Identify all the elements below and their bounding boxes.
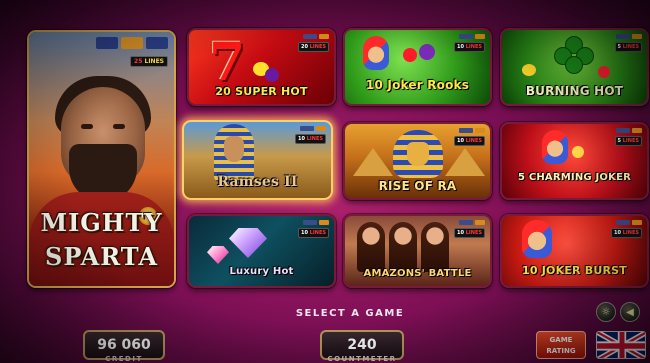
plum-icon: [265, 68, 279, 82]
game-tile-luxury-hot[interactable]: 10 LINES Luxury Hot: [187, 214, 336, 288]
game-tile-burning-hot[interactable]: 5 LINES BURNING HOT: [500, 28, 649, 106]
jackpot-cards-icon: [459, 220, 485, 225]
grape-icon: [419, 44, 435, 60]
rating-line1: GAME: [549, 336, 573, 344]
game-tile-rise-of-ra[interactable]: 10 LINES RISE OF RA: [343, 122, 492, 200]
select-game-prompt: SELECT A GAME: [295, 308, 405, 319]
cherry-icon: [572, 146, 584, 158]
rating-line2: RATING: [546, 347, 576, 355]
game-title: 5 CHARMING JOKER: [517, 172, 632, 183]
uk-flag-icon: [597, 332, 645, 358]
amazon-warrior-icon: [389, 222, 417, 272]
jackpot-cards-icon: [300, 126, 326, 131]
credit-label: CREDIT: [105, 355, 143, 363]
game-title: AMAZONS' BATTLE: [363, 268, 472, 279]
lines-badge: 5 LINES: [614, 42, 642, 52]
game-title: BURNING HOT: [525, 84, 624, 98]
gear-icon: ☼: [601, 306, 611, 318]
cherry-icon: [598, 66, 610, 78]
pharaoh-mask-icon: [393, 130, 443, 178]
game-tile-5-charming-joker[interactable]: 5 LINES 5 CHARMING JOKER: [500, 122, 649, 200]
pyramid-icon: [445, 148, 485, 176]
game-tile-20-super-hot[interactable]: 20 LINES 7 20 SUPER HOT: [187, 28, 336, 106]
jackpot-cards-icon: [459, 128, 485, 133]
warrior-eyes: [81, 124, 125, 130]
jester-icon: [363, 36, 389, 70]
lines-badge: 10 LINES: [454, 228, 485, 238]
game-title: Luxury Hot: [229, 266, 294, 277]
jackpot-cards-icon: [616, 128, 642, 133]
sound-button[interactable]: ◀: [620, 302, 640, 322]
countmeter-value: 240: [347, 337, 377, 353]
lines-badge: 10 LINES: [454, 42, 485, 52]
jester-icon: [522, 220, 552, 258]
lines-badge: 10 LINES: [298, 228, 329, 238]
diamond-icon: [229, 228, 267, 258]
game-title: RISE OF RA: [378, 179, 457, 193]
featured-title-line2: SPARTA: [45, 242, 158, 271]
amazon-warrior-icon: [421, 222, 449, 272]
game-rating-button[interactable]: GAME RATING: [536, 331, 586, 359]
game-title: 10 Joker Rooks: [365, 78, 470, 92]
lines-badge: 5 LINES: [614, 136, 642, 146]
game-tile-10-joker-rooks[interactable]: 10 LINES 10 Joker Rooks: [343, 28, 492, 106]
lines-badge: 20 LINES: [298, 42, 329, 52]
jackpot-cards-icon: [303, 220, 329, 225]
game-lobby: 25 LINES MIGHTY SPARTA 20 LINES 7 20 SUP…: [0, 0, 650, 363]
game-tile-amazons-battle[interactable]: 10 LINES AMAZONS' BATTLE: [343, 214, 492, 288]
game-tile-mighty-sparta[interactable]: 25 LINES MIGHTY SPARTA: [27, 30, 176, 288]
cherry-icon: [403, 48, 417, 62]
featured-title-line1: MIGHTY: [40, 208, 163, 237]
lines-badge: 10 LINES: [295, 134, 326, 144]
credit-value: 96 060: [97, 337, 151, 353]
game-tile-ramses-ii[interactable]: 10 LINES Ramses II: [182, 120, 333, 200]
language-button[interactable]: [596, 331, 646, 359]
countmeter-label: COUNTMETER: [327, 355, 397, 363]
jackpot-cards-icon: [303, 34, 329, 39]
amazon-warrior-icon: [357, 222, 385, 272]
jackpot-cards-icon: [616, 220, 642, 225]
lines-badge: 25 LINES: [130, 56, 168, 67]
game-title: 20 SUPER HOT: [215, 85, 308, 98]
game-title: Ramses II: [217, 174, 298, 190]
game-title: 10 JOKER BURST: [522, 264, 627, 277]
gem-icon: [207, 246, 229, 264]
pyramid-icon: [353, 148, 393, 176]
jester-icon: [542, 130, 568, 164]
gear-settings-button[interactable]: ☼: [596, 302, 616, 322]
clover-icon: [554, 36, 594, 76]
jackpot-cards-icon: [96, 37, 168, 49]
jackpot-cards-icon: [616, 34, 642, 39]
lucky-seven-icon: 7: [209, 32, 246, 93]
lemon-icon: [522, 64, 536, 76]
lines-badge: 10 LINES: [611, 228, 642, 238]
lines-badge: 10 LINES: [454, 136, 485, 146]
warrior-cloak: [29, 192, 174, 286]
jackpot-cards-icon: [459, 34, 485, 39]
speaker-icon: ◀: [626, 306, 634, 318]
game-tile-10-joker-burst[interactable]: 10 LINES 10 JOKER BURST: [500, 214, 649, 288]
